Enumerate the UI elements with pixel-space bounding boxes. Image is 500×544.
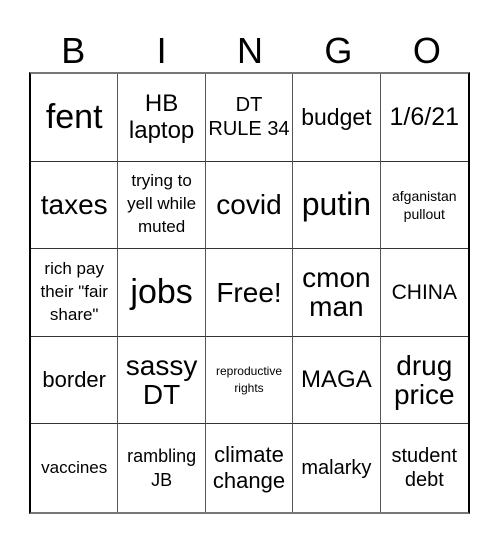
bingo-cell[interactable]: putin	[293, 161, 381, 250]
bingo-cell[interactable]: reproductive rights	[205, 336, 294, 425]
bingo-cell[interactable]: MAGA	[293, 336, 381, 425]
bingo-cell[interactable]: jobs	[118, 249, 206, 337]
bingo-cell[interactable]: rambling JB	[118, 424, 206, 512]
bingo-cell: Free!	[205, 249, 294, 337]
bingo-cell[interactable]: malarky	[293, 424, 381, 512]
bingo-cell[interactable]: 1/6/21	[380, 74, 468, 162]
header-letter-i: I	[156, 30, 167, 71]
bingo-cell[interactable]: budget	[293, 74, 381, 162]
bingo-cell[interactable]: DT RULE 34	[205, 74, 294, 162]
bingo-cell[interactable]: border	[31, 336, 119, 425]
bingo-cell[interactable]: CHINA	[380, 249, 468, 337]
header-letter-o: O	[412, 30, 441, 71]
bingo-header: B I N G O	[29, 30, 471, 72]
bingo-cell[interactable]: taxes	[31, 161, 119, 250]
bingo-cell[interactable]: sassy DT	[118, 336, 206, 425]
bingo-cell[interactable]: student debt	[381, 424, 468, 512]
bingo-cell[interactable]: drug price	[380, 337, 468, 425]
bingo-cell[interactable]: cmon man	[293, 249, 381, 337]
bingo-card: fent HB laptop DT RULE 34 budget 1/6/21 …	[29, 72, 470, 514]
bingo-cell[interactable]: covid	[205, 161, 294, 250]
bingo-cell[interactable]: vaccines	[31, 424, 119, 512]
header-letter-b: B	[61, 30, 86, 71]
bingo-cell[interactable]: climate change	[206, 424, 294, 512]
bingo-cell[interactable]: fent	[31, 74, 119, 162]
bingo-cell[interactable]: rich pay their "fair share"	[31, 249, 119, 337]
bingo-cell[interactable]: trying to yell while muted	[118, 161, 206, 250]
bingo-cell[interactable]: HB laptop	[118, 74, 206, 162]
header-letter-n: N	[237, 30, 264, 71]
header-letter-g: G	[324, 30, 353, 71]
bingo-cell[interactable]: afganistan pullout	[380, 162, 468, 250]
